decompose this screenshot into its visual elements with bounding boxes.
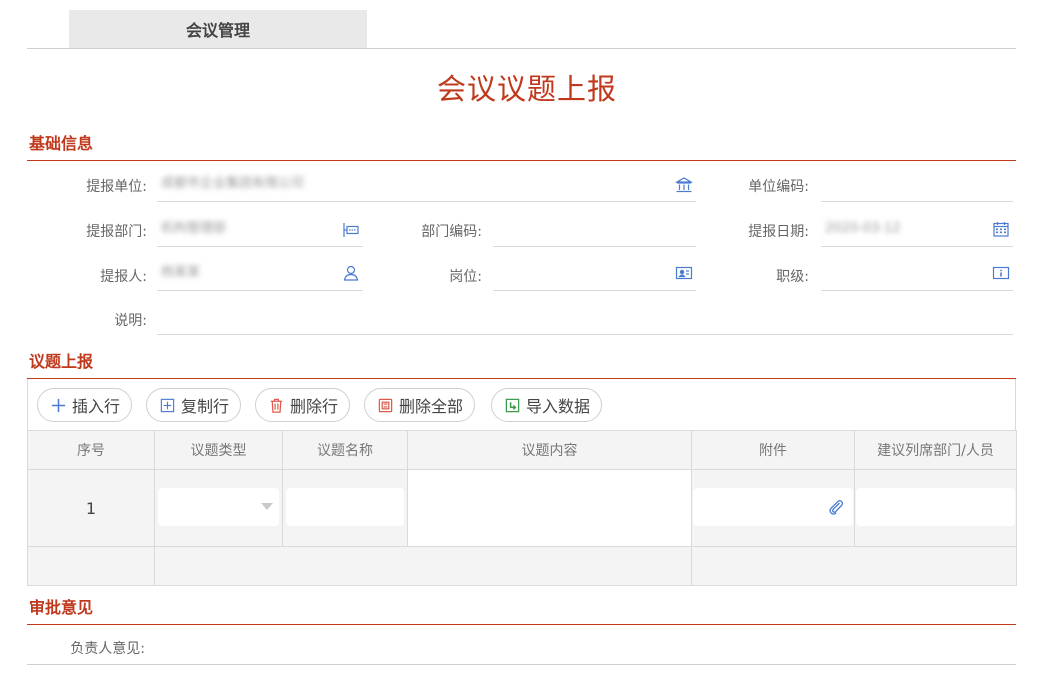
dropdown-caret-icon [261,503,273,510]
person-value: 杨某某 [161,265,201,280]
col-attachment[interactable]: 附件 [691,430,855,470]
col-topic-content[interactable]: 议题内容 [407,430,692,470]
topic-content-cell [407,469,692,547]
summary-cell [154,546,692,586]
info-card-icon[interactable] [992,264,1010,282]
dept-code-field[interactable] [493,214,696,247]
copy-row-label: 复制行 [181,397,230,416]
attendees-input[interactable] [856,488,1015,526]
unit-field[interactable]: 成都市企业集团有限公司 [157,169,696,202]
date-field[interactable]: 2020-03-12 [821,214,1013,247]
copy-icon [160,398,175,412]
trash-icon [270,398,283,413]
attachment-input[interactable] [693,488,853,526]
insert-row-label: 插入行 [72,397,121,416]
col-topic-name[interactable]: 议题名称 [282,430,408,470]
unit-label: 提报单位: [86,179,147,195]
delete-all-button[interactable]: 删除全部 [364,388,476,422]
copy-row-button[interactable]: 复制行 [146,388,242,422]
row-index: 1 [27,469,155,547]
unit-code-label: 单位编码: [748,179,809,195]
dept-field[interactable]: 机构管理部 [157,214,363,247]
tab-bar: 会议管理 [27,0,1016,49]
import-icon [505,398,520,412]
attachment-cell [691,469,855,547]
bank-icon[interactable] [675,176,693,194]
paperclip-icon[interactable] [827,498,845,516]
leader-opinion-field[interactable] [27,632,1016,665]
note-field[interactable] [157,302,1013,335]
rank-field[interactable] [821,258,1013,291]
rank-label: 职级: [776,269,809,285]
delete-all-icon [378,398,393,412]
dept-code-label: 部门编码: [421,224,482,240]
date-value: 2020-03-12 [825,221,901,236]
grid-toolbar: 插入行 复制行 删除行 删除全部 导入数据 [27,379,1016,431]
page-title: 会议议题上报 [436,72,617,106]
grid-summary-row [27,546,1017,586]
delete-row-label: 删除行 [290,397,339,416]
calendar-icon[interactable] [992,220,1010,238]
unit-code-field[interactable] [821,169,1013,202]
person-label: 提报人: [100,269,147,285]
delete-row-button[interactable]: 删除行 [255,388,351,422]
dept-label: 提报部门: [86,224,147,240]
col-index[interactable]: 序号 [27,430,155,470]
topic-name-cell [282,469,408,547]
org-chart-icon[interactable] [342,221,360,239]
col-topic-type[interactable]: 议题类型 [154,430,283,470]
date-label: 提报日期: [748,224,809,240]
topic-content-textarea[interactable] [408,470,691,546]
import-data-label: 导入数据 [526,397,591,416]
post-field[interactable] [493,258,696,291]
topic-type-select[interactable] [158,488,279,526]
import-data-button[interactable]: 导入数据 [491,388,603,422]
id-card-icon[interactable] [675,264,693,282]
attendees-cell [854,469,1017,547]
table-row: 1 [27,469,1017,547]
section-approval: 审批意见 [27,597,1016,625]
delete-all-label: 删除全部 [399,397,464,416]
summary-cell [691,546,1017,586]
tab-meeting-management[interactable]: 会议管理 [69,10,367,48]
person-field[interactable]: 杨某某 [157,258,363,291]
section-basic-info: 基础信息 [27,133,1016,161]
user-icon[interactable] [342,264,360,282]
section-topics: 议题上报 [27,351,1016,379]
topic-type-cell [154,469,283,547]
topic-name-input[interactable] [286,488,404,526]
summary-cell [27,546,155,586]
note-label: 说明: [114,313,147,329]
post-label: 岗位: [449,269,482,285]
dept-value: 机构管理部 [161,221,227,236]
topics-grid: 序号 议题类型 议题名称 议题内容 附件 建议列席部门/人员 1 [27,430,1017,586]
grid-header-row: 序号 议题类型 议题名称 议题内容 附件 建议列席部门/人员 [27,430,1017,470]
unit-value: 成都市企业集团有限公司 [161,176,305,191]
col-attendees[interactable]: 建议列席部门/人员 [854,430,1017,470]
insert-row-button[interactable]: 插入行 [37,388,133,422]
plus-icon [51,398,66,412]
